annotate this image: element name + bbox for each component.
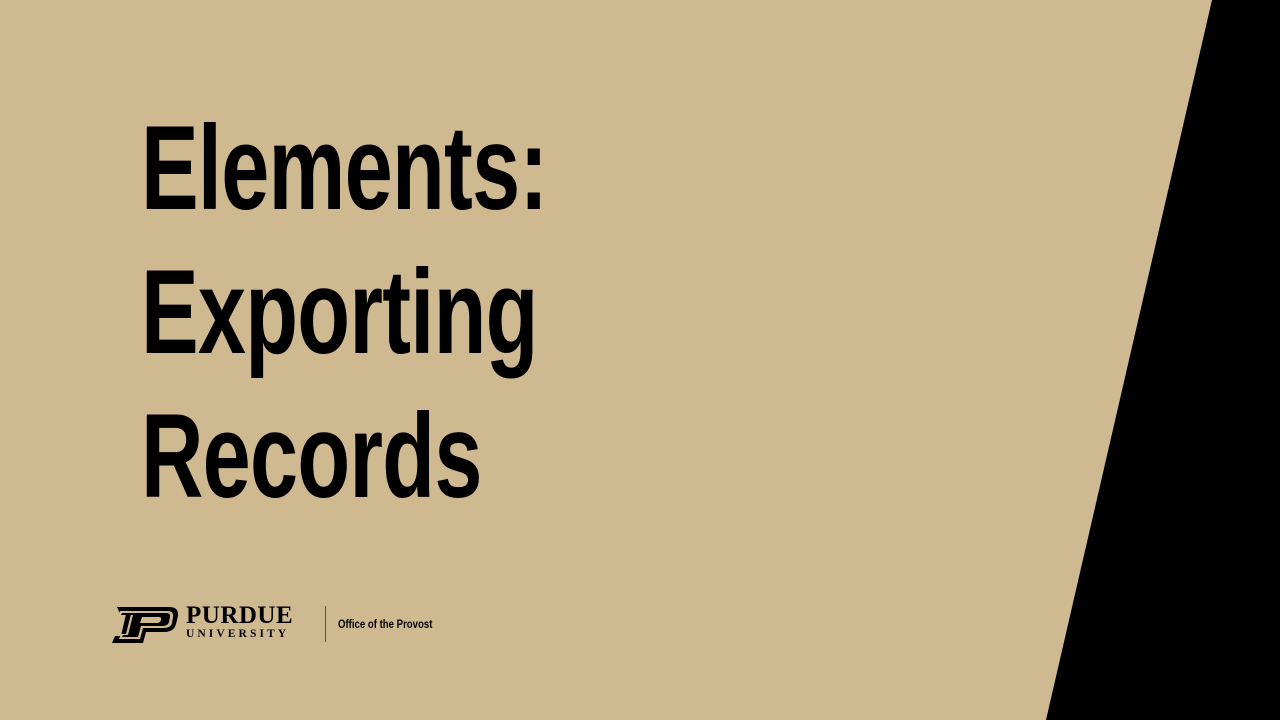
title-line-1: Elements: xyxy=(141,101,548,235)
footer-divider xyxy=(325,606,326,642)
university-wordmark: PURDUE UNIVERSITY xyxy=(186,603,293,641)
title-line-3: Records xyxy=(141,389,482,523)
wordmark-purdue: PURDUE xyxy=(186,602,294,629)
footer-brand: PURDUE UNIVERSITY Office of the Provost xyxy=(109,603,449,645)
wordmark-university: UNIVERSITY xyxy=(186,628,290,640)
title-slide: Elements: Exporting Records PURDUE UNIVE… xyxy=(0,0,1280,720)
title-line-2: Exporting xyxy=(141,245,538,379)
office-name: Office of the Provost xyxy=(338,617,433,631)
slide-title: Elements: Exporting Records xyxy=(141,96,548,528)
purdue-p-icon xyxy=(112,607,179,643)
